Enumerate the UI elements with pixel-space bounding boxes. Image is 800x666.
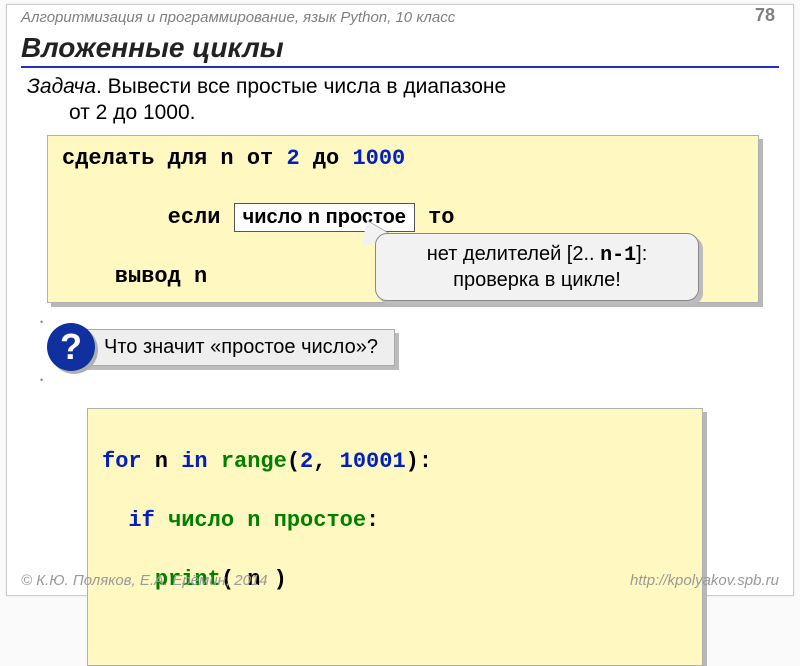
paren: (: [287, 449, 300, 474]
footer: © К.Ю. Поляков, Е.А. Ерёмин, 2014 http:/…: [21, 572, 779, 589]
slide-title: Вложенные циклы: [21, 32, 779, 68]
task-text-2: от 2 до 1000.: [27, 100, 773, 126]
num-2: 2: [286, 146, 299, 171]
question-box: Что значит «простое число»?: [77, 329, 395, 366]
txt: то: [415, 205, 455, 230]
page-number: 78: [755, 5, 775, 26]
py-line-1: for n in range(2, 10001):: [102, 447, 688, 477]
task-label: Задача: [27, 75, 96, 98]
site-url: http://kpolyakov.spb.ru: [630, 572, 779, 589]
var-n: n: [142, 449, 182, 474]
txt: до: [300, 146, 353, 171]
paren: ):: [406, 449, 432, 474]
header: Алгоритмизация и программирование, язык …: [7, 5, 793, 26]
txt: проверка в цикле!: [453, 269, 621, 291]
python-code-box: for n in range(2, 10001): if число n про…: [87, 408, 703, 666]
callout-bubble: нет делителей [2.. n-1]: проверка в цикл…: [375, 233, 699, 301]
kw-if: if: [102, 508, 155, 533]
txt: ]:: [636, 243, 647, 265]
n-minus-1: n-1: [600, 244, 636, 267]
txt: если: [141, 205, 233, 230]
kw-for: for: [102, 449, 142, 474]
num-10001: 10001: [340, 449, 406, 474]
kw-in: in: [181, 449, 207, 474]
question-row: ? Что значит «простое число»?: [47, 323, 395, 371]
sp: [208, 449, 221, 474]
slide: Алгоритмизация и программирование, язык …: [6, 4, 794, 596]
fn-range: range: [221, 449, 287, 474]
txt: сделать для n от: [62, 146, 286, 171]
num-2: 2: [300, 449, 313, 474]
comma: ,: [313, 449, 339, 474]
pseudo-line-1: сделать для n от 2 до 1000: [62, 144, 744, 174]
copyright: © К.Ю. Поляков, Е.А. Ерёмин, 2014: [21, 572, 268, 589]
selection-handle: •: [40, 317, 43, 327]
course-label: Алгоритмизация и программирование, язык …: [21, 9, 455, 26]
cond: число n простое: [155, 508, 366, 533]
question-mark-icon: ?: [47, 323, 95, 371]
task-statement: Задача. Вывести все простые числа в диап…: [27, 74, 773, 127]
py-line-2: if число n простое:: [102, 506, 688, 536]
num-1000: 1000: [352, 146, 405, 171]
txt: нет делителей [2..: [427, 243, 600, 265]
selection-handle: •: [40, 375, 43, 385]
task-text-1: . Вывести все простые числа в диапазоне: [96, 75, 506, 98]
colon: :: [366, 508, 379, 533]
